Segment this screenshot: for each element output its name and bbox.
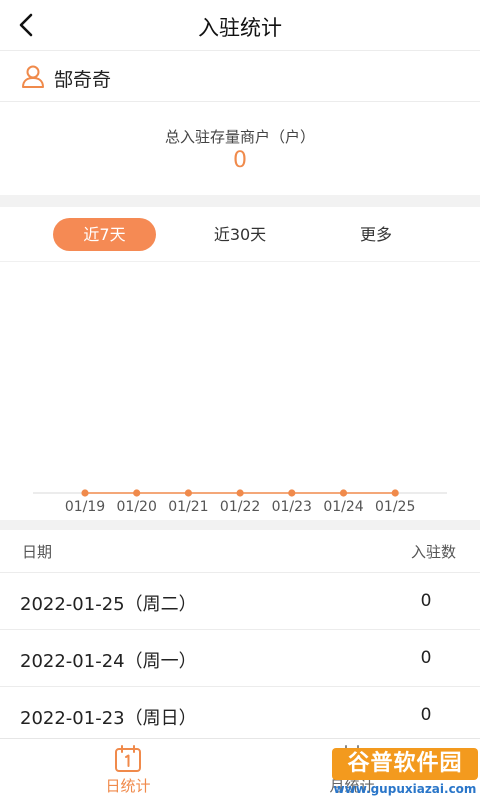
x-tick-label: 01/23 — [272, 499, 312, 515]
x-tick-label: 01/25 — [375, 499, 415, 515]
data-point[interactable] — [81, 489, 89, 497]
row-date: 2022-01-25（周二） — [20, 594, 197, 615]
section-divider — [0, 195, 480, 207]
user-name: 郜奇奇 — [54, 69, 112, 91]
x-tick-label: 01/24 — [323, 499, 363, 515]
x-tick-label: 01/22 — [220, 499, 260, 515]
x-tick-label: 01/21 — [168, 499, 208, 515]
line-chart: 01/19 01/20 01/21 01/22 01/23 01/24 01/25 — [33, 489, 447, 515]
tab-last-30-days[interactable]: 近30天 — [190, 218, 290, 251]
column-header-count: 入驻数 — [410, 543, 456, 561]
x-tick-label: 01/20 — [117, 499, 157, 515]
watermark-url: www.gupuxiazai.com — [333, 782, 477, 796]
data-point[interactable] — [184, 489, 192, 497]
column-header-date: 日期 — [22, 543, 53, 561]
calendar-day-icon — [115, 745, 141, 772]
table-row[interactable]: 2022-01-25（周二） 0 — [0, 573, 480, 630]
watermark-text: 谷普软件园 — [332, 748, 478, 780]
site-watermark: 谷普软件园 www.gupuxiazai.com — [332, 748, 478, 796]
data-point[interactable] — [133, 489, 141, 497]
x-tick-label: 01/19 — [65, 499, 105, 515]
tabbar-item-daily[interactable]: 日统计 — [68, 739, 188, 801]
table-row[interactable]: 2022-01-24（周一） 0 — [0, 630, 480, 687]
user-row: 郜奇奇 — [0, 51, 480, 102]
data-point[interactable] — [339, 489, 348, 497]
row-count: 0 — [420, 705, 432, 725]
table-row[interactable]: 2022-01-23（周日） 0 — [0, 687, 480, 744]
page-title: 入驻统计 — [198, 16, 282, 40]
header-bar: 入驻统计 — [0, 0, 480, 51]
data-point[interactable] — [391, 489, 399, 497]
data-point[interactable] — [288, 489, 296, 497]
summary-label: 总入驻存量商户（户） — [164, 128, 315, 146]
row-count: 0 — [420, 591, 432, 611]
tabbar-label-daily: 日统计 — [105, 777, 151, 795]
summary-panel: 总入驻存量商户（户） 0 — [0, 102, 480, 195]
user-icon — [22, 65, 44, 88]
data-point[interactable] — [236, 489, 244, 497]
row-date: 2022-01-24（周一） — [20, 651, 197, 672]
table-header: 日期 入驻数 — [0, 530, 480, 573]
row-date: 2022-01-23（周日） — [20, 708, 197, 729]
row-count: 0 — [420, 648, 432, 668]
tab-last-7-days[interactable]: 近7天 — [53, 218, 156, 251]
range-tabs: 近7天 近30天 更多 — [0, 207, 480, 262]
section-divider — [0, 520, 480, 530]
tab-more[interactable]: 更多 — [326, 218, 426, 251]
summary-value: 0 — [233, 148, 247, 173]
